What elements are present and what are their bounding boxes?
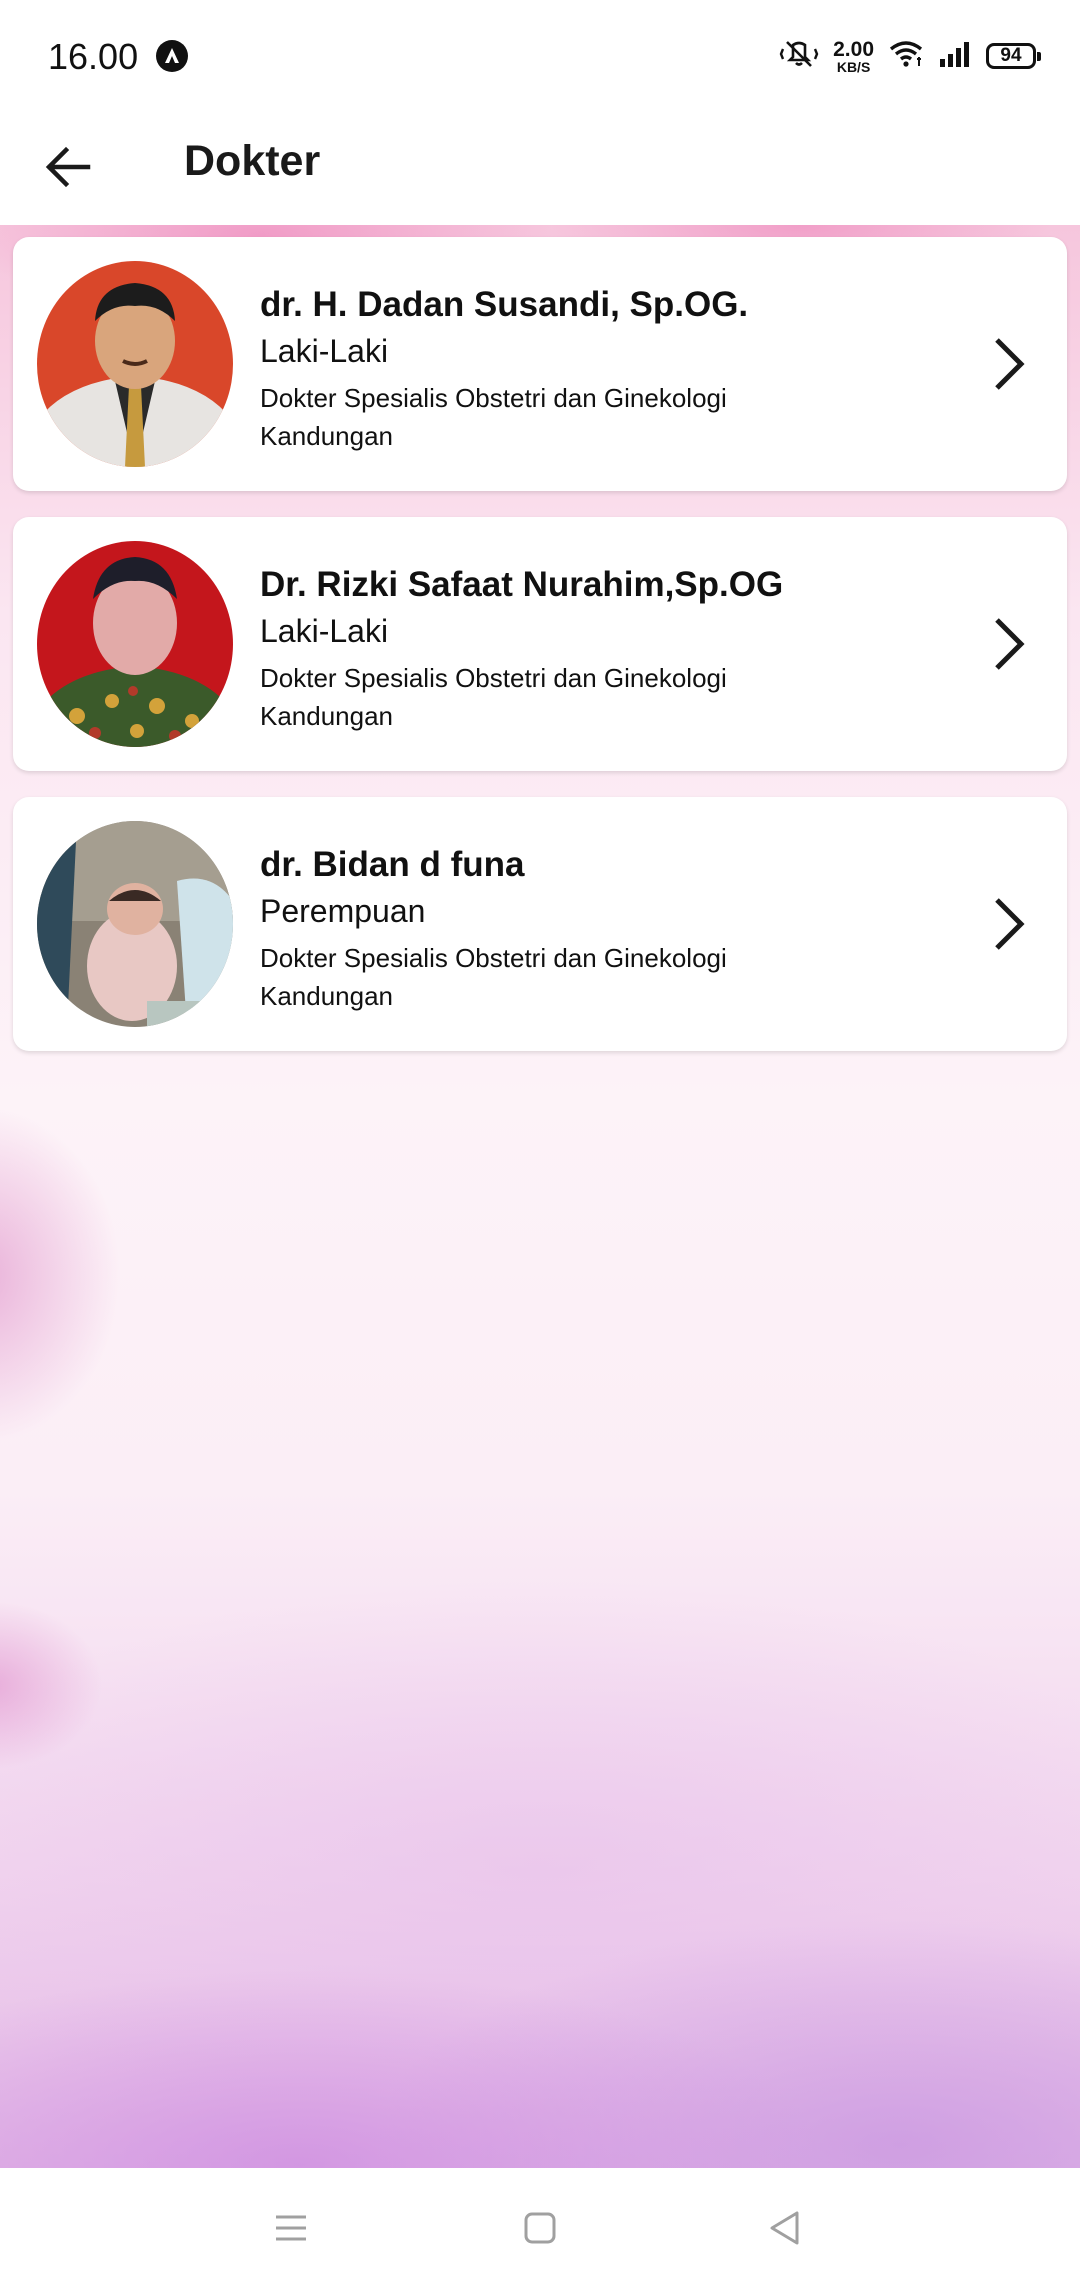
back-button[interactable] [38, 137, 98, 197]
doctor-avatar [37, 821, 233, 1027]
doctor-name: dr. H. Dadan Susandi, Sp.OG. [260, 285, 749, 324]
doctor-avatar [37, 261, 233, 467]
doctor-avatar [37, 541, 233, 747]
doctor-specialty: Dokter Spesialis Obstetri dan Ginekologi… [260, 943, 727, 1011]
back-nav-button[interactable] [757, 2200, 813, 2256]
menu-button[interactable] [263, 2200, 319, 2256]
doctor-specialty: Dokter Spesialis Obstetri dan Ginekologi… [260, 663, 727, 731]
mute-vibrate-icon [779, 39, 819, 74]
doctor-gender: Perempuan [260, 893, 426, 929]
signal-icon [938, 39, 972, 74]
status-bar: 16.00 2.00 KB/S 94 [0, 0, 1080, 115]
wifi-icon [888, 39, 924, 74]
page-title: Dokter [184, 137, 321, 185]
network-speed: 2.00 KB/S [833, 39, 874, 74]
chevron-right-icon [979, 329, 1039, 399]
chevron-right-icon [979, 889, 1039, 959]
doctor-gender: Laki-Laki [260, 333, 389, 369]
back-triangle-icon [770, 2211, 799, 2245]
doctor-card[interactable]: dr. Bidan d funa Perempuan Dokter Spesia… [13, 797, 1067, 1051]
system-nav-bar [0, 2168, 1080, 2280]
home-button[interactable] [512, 2200, 568, 2256]
app-bar: Dokter [0, 115, 1080, 225]
status-time: 16.00 [48, 36, 139, 77]
doctor-name: dr. Bidan d funa [260, 845, 525, 884]
doctor-card[interactable]: Dr. Rizki Safaat Nurahim,Sp.OG Laki-Laki… [13, 517, 1067, 771]
status-icons: 2.00 KB/S 94 [779, 34, 1041, 78]
menu-icon [276, 2215, 306, 2241]
speed-unit: KB/S [836, 58, 871, 75]
doctor-name: Dr. Rizki Safaat Nurahim,Sp.OG [260, 565, 784, 604]
doctor-gender: Laki-Laki [260, 613, 389, 649]
doctor-specialty: Dokter Spesialis Obstetri dan Ginekologi… [260, 383, 727, 451]
content-area: dr. H. Dadan Susandi, Sp.OG. Laki-Laki D… [0, 225, 1080, 2168]
app-notification-icon [156, 40, 188, 72]
doctor-card[interactable]: dr. H. Dadan Susandi, Sp.OG. Laki-Laki D… [13, 237, 1067, 491]
chevron-right-icon [979, 609, 1039, 679]
battery-icon: 94 [986, 43, 1041, 69]
arrow-left-icon [45, 146, 91, 188]
speed-value: 2.00 [833, 37, 874, 61]
home-square-icon [524, 2212, 556, 2244]
